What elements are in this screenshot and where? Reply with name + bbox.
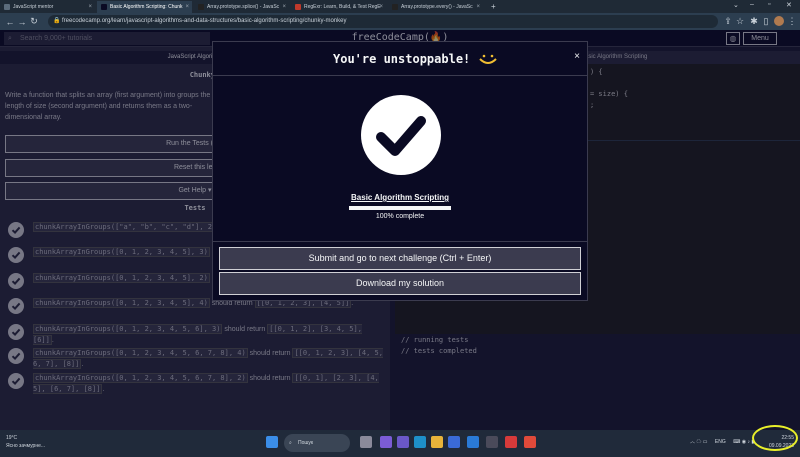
windows-taskbar: 19°C Ясно зачмурне... ⌕ Пошук ︿ ☁ ▭ ENG … (0, 430, 800, 457)
sidebar-icon[interactable]: ▯ (760, 16, 772, 27)
url-text: freecodecamp.org/learn/javascript-algori… (62, 18, 347, 24)
back-icon[interactable]: ← (4, 17, 16, 27)
tab-favicon-icon (4, 3, 10, 10)
modal-header: You're unstoppable! × (213, 42, 587, 76)
tray-icons[interactable]: ⌨ ◉ ♪ ▮ (733, 439, 754, 445)
language-indicator[interactable]: ENG (715, 439, 726, 445)
certification-title[interactable]: Basic Algorithm Scripting (213, 193, 587, 202)
weather-temp: 19°C (6, 435, 18, 441)
smiley-icon (479, 54, 497, 64)
browser-tab-strip: JavaScript mentor × Basic Algorithm Script… (0, 0, 800, 13)
teams-icon[interactable] (380, 436, 392, 448)
bookmark-star-icon[interactable]: ☆ (734, 16, 746, 27)
completion-modal: You're unstoppable! × Basic Algorithm Sc… (212, 41, 588, 301)
pdf-icon[interactable] (505, 436, 517, 448)
tab-close-icon[interactable]: × (282, 4, 286, 10)
reload-icon[interactable]: ↻ (28, 16, 40, 27)
vscode-icon[interactable] (467, 436, 479, 448)
share-icon[interactable]: ⇪ (722, 16, 734, 27)
search-icon: ⌕ (289, 440, 292, 446)
new-tab-button[interactable]: + (491, 2, 496, 11)
browser-tab[interactable]: RegExr: Learn, Build, & Test RegE × (291, 1, 386, 13)
maximize-icon[interactable]: ▫ (768, 1, 770, 8)
system-tray: ︿ ☁ ▭ ENG ⌨ ◉ ♪ ▮ (690, 438, 754, 445)
modal-title: You're unstoppable! (333, 52, 471, 66)
tab-title: Basic Algorithm Scripting: Chunk (110, 3, 183, 10)
browser-menu-icon[interactable]: ⋮ (786, 16, 798, 27)
tab-search-icon[interactable]: ⌄ (733, 1, 739, 9)
tab-favicon-icon (392, 3, 398, 10)
chat-icon[interactable] (397, 436, 409, 448)
edge-icon[interactable] (414, 436, 426, 448)
tab-favicon-icon (295, 3, 301, 10)
tray-chevron-icon[interactable]: ︿ ☁ ▭ (690, 439, 708, 445)
tab-close-icon[interactable]: × (88, 4, 92, 10)
minimize-icon[interactable]: – (750, 1, 754, 8)
tab-title: Array.prototype.every() - JavaSc (401, 3, 473, 10)
progress-text: 100% complete (375, 213, 425, 220)
weather-widget[interactable]: 19°C Ясно зачмурне... (6, 434, 45, 450)
tab-favicon-icon (198, 3, 204, 10)
tab-close-icon[interactable]: × (476, 4, 480, 10)
tab-title: RegExr: Learn, Build, & Test RegE (304, 3, 381, 10)
weather-desc: Ясно зачмурне... (6, 443, 46, 449)
progress-bar (349, 206, 451, 210)
windows-start-icon[interactable] (266, 436, 278, 448)
chrome-icon[interactable] (524, 436, 536, 448)
store-icon[interactable] (448, 436, 460, 448)
address-bar-row: ← → ↻ 🔒 freecodecamp.org/learn/javascrip… (0, 13, 800, 30)
submit-next-challenge-button[interactable]: Submit and go to next challenge (Ctrl + … (219, 247, 581, 270)
download-solution-button[interactable]: Download my solution (219, 272, 581, 295)
browser-tab[interactable]: JavaScript mentor × (0, 1, 95, 13)
tab-title: Array.prototype.splice() - JavaSc (207, 3, 280, 10)
taskbar-search[interactable]: ⌕ Пошук (284, 434, 350, 452)
modal-divider (213, 241, 587, 242)
clock-highlight-annotation (752, 425, 798, 451)
browser-tab[interactable]: Array.prototype.every() - JavaSc × (388, 1, 483, 13)
task-view-icon[interactable] (360, 436, 372, 448)
tab-favicon-icon (101, 3, 107, 10)
tab-close-icon[interactable]: × (185, 4, 189, 10)
app-icon[interactable] (486, 436, 498, 448)
url-field[interactable]: 🔒 freecodecamp.org/learn/javascript-algo… (48, 15, 718, 28)
success-check-icon (361, 95, 441, 175)
taskbar-search-label: Пошук (298, 440, 314, 446)
close-modal-button[interactable]: × (574, 51, 580, 62)
close-window-icon[interactable]: ✕ (786, 1, 792, 9)
forward-icon[interactable]: → (16, 17, 28, 27)
extensions-icon[interactable]: ✱ (748, 16, 760, 27)
browser-tab[interactable]: Basic Algorithm Scripting: Chunk × (97, 0, 192, 13)
profile-avatar[interactable] (774, 16, 784, 26)
file-explorer-icon[interactable] (431, 436, 443, 448)
tab-title: JavaScript mentor (13, 3, 54, 10)
lock-icon: 🔒 (53, 18, 61, 24)
tab-close-icon[interactable]: × (379, 4, 383, 10)
browser-tab[interactable]: Array.prototype.splice() - JavaSc × (194, 1, 289, 13)
progress-bar-fill (349, 206, 451, 210)
